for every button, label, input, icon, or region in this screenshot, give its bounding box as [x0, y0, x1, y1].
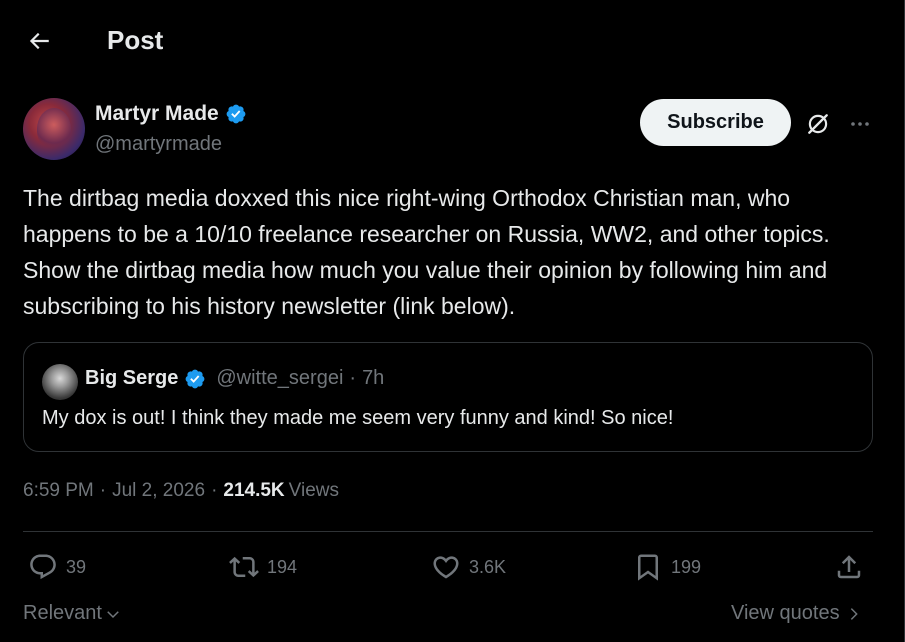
quote-author-name: Big Serge	[85, 367, 179, 389]
grok-icon	[808, 114, 828, 134]
chevron-down-icon	[107, 610, 119, 618]
quote-author-handle: @witte_sergei	[216, 367, 344, 389]
post-view: Post Martyr Made @martyrmade Subscribe T…	[0, 0, 905, 642]
reply-button[interactable]: 39	[28, 550, 86, 584]
author-avatar[interactable]	[23, 98, 85, 160]
reply-sort-label: Relevant	[23, 602, 102, 624]
more-dots-icon	[851, 122, 869, 126]
repost-button[interactable]: 194	[229, 550, 297, 584]
reply-sort-dropdown[interactable]: Relevant	[23, 602, 122, 625]
more-options-button[interactable]	[846, 110, 874, 138]
chevron-right-icon	[850, 607, 858, 620]
meta-separator: ·	[99, 480, 107, 501]
like-count: 3.6K	[469, 556, 507, 577]
share-button[interactable]	[834, 550, 864, 584]
author-handle[interactable]: @martyrmade	[95, 133, 222, 156]
quote-time: 7h	[362, 367, 385, 389]
like-button[interactable]: 3.6K	[431, 550, 506, 584]
post-time[interactable]: 6:59 PM	[23, 480, 94, 502]
views-count[interactable]: 214.5K	[223, 480, 284, 502]
view-quotes-link[interactable]: View quotes	[731, 602, 862, 625]
reply-count: 39	[66, 556, 87, 577]
repost-count: 194	[267, 556, 298, 577]
view-quotes-label: View quotes	[731, 602, 840, 624]
bookmark-button[interactable]: 199	[633, 550, 701, 584]
header: Post	[0, 0, 905, 84]
bookmark-icon	[638, 554, 658, 581]
share-icon	[837, 555, 861, 579]
author-name[interactable]: Martyr Made	[95, 102, 219, 126]
quote-author-avatar	[42, 364, 78, 400]
repost-icon	[229, 556, 259, 578]
post-meta: 6:59 PM · Jul 2, 2026 · 214.5K Views	[23, 480, 339, 502]
grok-button[interactable]	[804, 110, 832, 138]
heart-icon	[433, 556, 459, 579]
post-date[interactable]: Jul 2, 2026	[112, 480, 205, 502]
subscribe-button[interactable]: Subscribe	[640, 99, 791, 146]
reply-icon	[30, 554, 56, 580]
quote-text: My dox is out! I think they made me seem…	[42, 407, 674, 429]
page-title: Post	[107, 25, 164, 55]
views-label: Views	[288, 480, 340, 501]
bookmark-count: 199	[671, 556, 702, 577]
tweet-text: The dirtbag media doxxed this nice right…	[23, 185, 830, 319]
quote-separator: ·	[349, 367, 357, 389]
verified-badge-icon	[185, 369, 205, 388]
divider	[23, 531, 873, 532]
author-name-row: Martyr Made	[95, 102, 247, 126]
meta-separator: ·	[211, 480, 218, 501]
back-button[interactable]	[22, 24, 56, 58]
verified-badge-icon[interactable]	[225, 103, 247, 125]
arrow-left-icon	[29, 32, 49, 50]
quote-header: Big Serge @witte_sergei · 7h	[85, 367, 384, 390]
quoted-post[interactable]: Big Serge @witte_sergei · 7h My dox is o…	[23, 342, 873, 452]
